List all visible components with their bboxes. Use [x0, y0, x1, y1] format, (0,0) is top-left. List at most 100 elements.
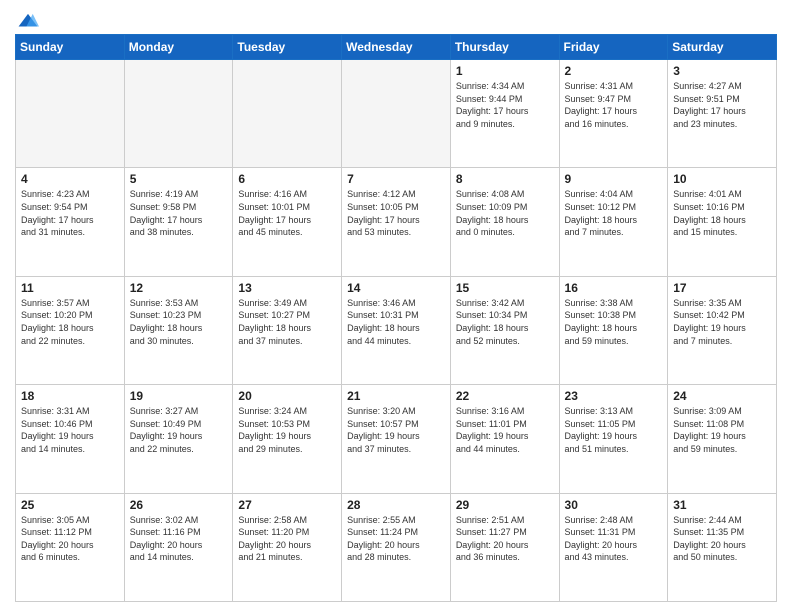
day-number: 4	[21, 172, 119, 186]
day-number: 31	[673, 498, 771, 512]
weekday-header-wednesday: Wednesday	[342, 35, 451, 60]
day-number: 29	[456, 498, 554, 512]
calendar-cell: 29 Sunrise: 2:51 AM Sunset: 11:27 PM Dayl…	[450, 493, 559, 601]
calendar-cell: 15Sunrise: 3:42 AM Sunset: 10:34 PM Dayl…	[450, 276, 559, 384]
day-info: Sunrise: 4:34 AM Sunset: 9:44 PM Dayligh…	[456, 80, 554, 130]
calendar-cell: 22 Sunrise: 3:16 AM Sunset: 11:01 PM Dayl…	[450, 385, 559, 493]
day-number: 22	[456, 389, 554, 403]
day-info: Sunrise: 3:49 AM Sunset: 10:27 PM Daylig…	[238, 297, 336, 347]
day-number: 5	[130, 172, 228, 186]
weekday-header-saturday: Saturday	[668, 35, 777, 60]
day-number: 19	[130, 389, 228, 403]
day-info: Sunrise: 4:04 AM Sunset: 10:12 PM Daylig…	[565, 188, 663, 238]
calendar-cell: 6Sunrise: 4:16 AM Sunset: 10:01 PM Dayli…	[233, 168, 342, 276]
day-number: 20	[238, 389, 336, 403]
calendar-cell: 17 Sunrise: 3:35 AM Sunset: 10:42 PM Dayl…	[668, 276, 777, 384]
calendar-cell	[124, 60, 233, 168]
day-number: 16	[565, 281, 663, 295]
calendar-cell: 16 Sunrise: 3:38 AM Sunset: 10:38 PM Dayl…	[559, 276, 668, 384]
calendar-cell: 27 Sunrise: 2:58 AM Sunset: 11:20 PM Dayl…	[233, 493, 342, 601]
day-number: 23	[565, 389, 663, 403]
day-info: Sunrise: 4:08 AM Sunset: 10:09 PM Daylig…	[456, 188, 554, 238]
calendar-cell	[342, 60, 451, 168]
day-number: 21	[347, 389, 445, 403]
day-info: Sunrise: 4:12 AM Sunset: 10:05 PM Daylig…	[347, 188, 445, 238]
day-number: 26	[130, 498, 228, 512]
calendar-cell: 19 Sunrise: 3:27 AM Sunset: 10:49 PM Dayl…	[124, 385, 233, 493]
week-row-0: 1 Sunrise: 4:34 AM Sunset: 9:44 PM Daylig…	[16, 60, 777, 168]
calendar-cell: 25Sunrise: 3:05 AM Sunset: 11:12 PM Dayl…	[16, 493, 125, 601]
calendar-cell: 7 Sunrise: 4:12 AM Sunset: 10:05 PM Dayli…	[342, 168, 451, 276]
calendar-cell: 24 Sunrise: 3:09 AM Sunset: 11:08 PM Dayl…	[668, 385, 777, 493]
day-info: Sunrise: 4:19 AM Sunset: 9:58 PM Dayligh…	[130, 188, 228, 238]
calendar-cell: 31 Sunrise: 2:44 AM Sunset: 11:35 PM Dayl…	[668, 493, 777, 601]
day-info: Sunrise: 2:55 AM Sunset: 11:24 PM Daylig…	[347, 514, 445, 564]
calendar-cell: 20 Sunrise: 3:24 AM Sunset: 10:53 PM Dayl…	[233, 385, 342, 493]
day-info: Sunrise: 3:35 AM Sunset: 10:42 PM Daylig…	[673, 297, 771, 347]
calendar-cell: 14 Sunrise: 3:46 AM Sunset: 10:31 PM Dayl…	[342, 276, 451, 384]
weekday-header-sunday: Sunday	[16, 35, 125, 60]
calendar-cell: 1 Sunrise: 4:34 AM Sunset: 9:44 PM Daylig…	[450, 60, 559, 168]
calendar-cell: 10 Sunrise: 4:01 AM Sunset: 10:16 PM Dayl…	[668, 168, 777, 276]
calendar-table: SundayMondayTuesdayWednesdayThursdayFrid…	[15, 34, 777, 602]
day-info: Sunrise: 2:51 AM Sunset: 11:27 PM Daylig…	[456, 514, 554, 564]
day-info: Sunrise: 3:09 AM Sunset: 11:08 PM Daylig…	[673, 405, 771, 455]
week-row-1: 4Sunrise: 4:23 AM Sunset: 9:54 PM Daylig…	[16, 168, 777, 276]
day-number: 27	[238, 498, 336, 512]
calendar-cell: 12 Sunrise: 3:53 AM Sunset: 10:23 PM Dayl…	[124, 276, 233, 384]
day-number: 9	[565, 172, 663, 186]
logo-icon	[17, 10, 39, 32]
calendar-cell	[16, 60, 125, 168]
weekday-header-thursday: Thursday	[450, 35, 559, 60]
day-info: Sunrise: 4:31 AM Sunset: 9:47 PM Dayligh…	[565, 80, 663, 130]
day-number: 1	[456, 64, 554, 78]
header	[15, 10, 777, 28]
day-info: Sunrise: 2:58 AM Sunset: 11:20 PM Daylig…	[238, 514, 336, 564]
calendar-cell: 18 Sunrise: 3:31 AM Sunset: 10:46 PM Dayl…	[16, 385, 125, 493]
calendar-cell: 23Sunrise: 3:13 AM Sunset: 11:05 PM Dayl…	[559, 385, 668, 493]
day-info: Sunrise: 3:27 AM Sunset: 10:49 PM Daylig…	[130, 405, 228, 455]
week-row-4: 25Sunrise: 3:05 AM Sunset: 11:12 PM Dayl…	[16, 493, 777, 601]
day-number: 12	[130, 281, 228, 295]
day-info: Sunrise: 3:31 AM Sunset: 10:46 PM Daylig…	[21, 405, 119, 455]
day-number: 3	[673, 64, 771, 78]
page: SundayMondayTuesdayWednesdayThursdayFrid…	[0, 0, 792, 612]
day-number: 17	[673, 281, 771, 295]
day-number: 11	[21, 281, 119, 295]
day-number: 30	[565, 498, 663, 512]
day-info: Sunrise: 3:46 AM Sunset: 10:31 PM Daylig…	[347, 297, 445, 347]
week-row-2: 11 Sunrise: 3:57 AM Sunset: 10:20 PM Dayl…	[16, 276, 777, 384]
calendar-cell: 4Sunrise: 4:23 AM Sunset: 9:54 PM Daylig…	[16, 168, 125, 276]
day-number: 10	[673, 172, 771, 186]
day-info: Sunrise: 3:05 AM Sunset: 11:12 PM Daylig…	[21, 514, 119, 564]
calendar-cell: 26 Sunrise: 3:02 AM Sunset: 11:16 PM Dayl…	[124, 493, 233, 601]
day-number: 6	[238, 172, 336, 186]
day-info: Sunrise: 2:44 AM Sunset: 11:35 PM Daylig…	[673, 514, 771, 564]
day-info: Sunrise: 3:57 AM Sunset: 10:20 PM Daylig…	[21, 297, 119, 347]
calendar-cell	[233, 60, 342, 168]
day-number: 8	[456, 172, 554, 186]
day-number: 24	[673, 389, 771, 403]
day-info: Sunrise: 4:27 AM Sunset: 9:51 PM Dayligh…	[673, 80, 771, 130]
weekday-header-row: SundayMondayTuesdayWednesdayThursdayFrid…	[16, 35, 777, 60]
day-number: 7	[347, 172, 445, 186]
weekday-header-monday: Monday	[124, 35, 233, 60]
day-number: 2	[565, 64, 663, 78]
day-number: 14	[347, 281, 445, 295]
day-info: Sunrise: 3:16 AM Sunset: 11:01 PM Daylig…	[456, 405, 554, 455]
day-info: Sunrise: 3:42 AM Sunset: 10:34 PM Daylig…	[456, 297, 554, 347]
day-info: Sunrise: 3:53 AM Sunset: 10:23 PM Daylig…	[130, 297, 228, 347]
weekday-header-friday: Friday	[559, 35, 668, 60]
calendar-cell: 2 Sunrise: 4:31 AM Sunset: 9:47 PM Daylig…	[559, 60, 668, 168]
logo	[15, 10, 39, 28]
day-info: Sunrise: 3:38 AM Sunset: 10:38 PM Daylig…	[565, 297, 663, 347]
day-info: Sunrise: 4:01 AM Sunset: 10:16 PM Daylig…	[673, 188, 771, 238]
calendar-cell: 3 Sunrise: 4:27 AM Sunset: 9:51 PM Daylig…	[668, 60, 777, 168]
calendar-cell: 13Sunrise: 3:49 AM Sunset: 10:27 PM Dayl…	[233, 276, 342, 384]
calendar-cell: 28Sunrise: 2:55 AM Sunset: 11:24 PM Dayl…	[342, 493, 451, 601]
calendar-cell: 21Sunrise: 3:20 AM Sunset: 10:57 PM Dayl…	[342, 385, 451, 493]
day-info: Sunrise: 3:24 AM Sunset: 10:53 PM Daylig…	[238, 405, 336, 455]
calendar-cell: 8 Sunrise: 4:08 AM Sunset: 10:09 PM Dayli…	[450, 168, 559, 276]
day-number: 18	[21, 389, 119, 403]
day-info: Sunrise: 3:02 AM Sunset: 11:16 PM Daylig…	[130, 514, 228, 564]
